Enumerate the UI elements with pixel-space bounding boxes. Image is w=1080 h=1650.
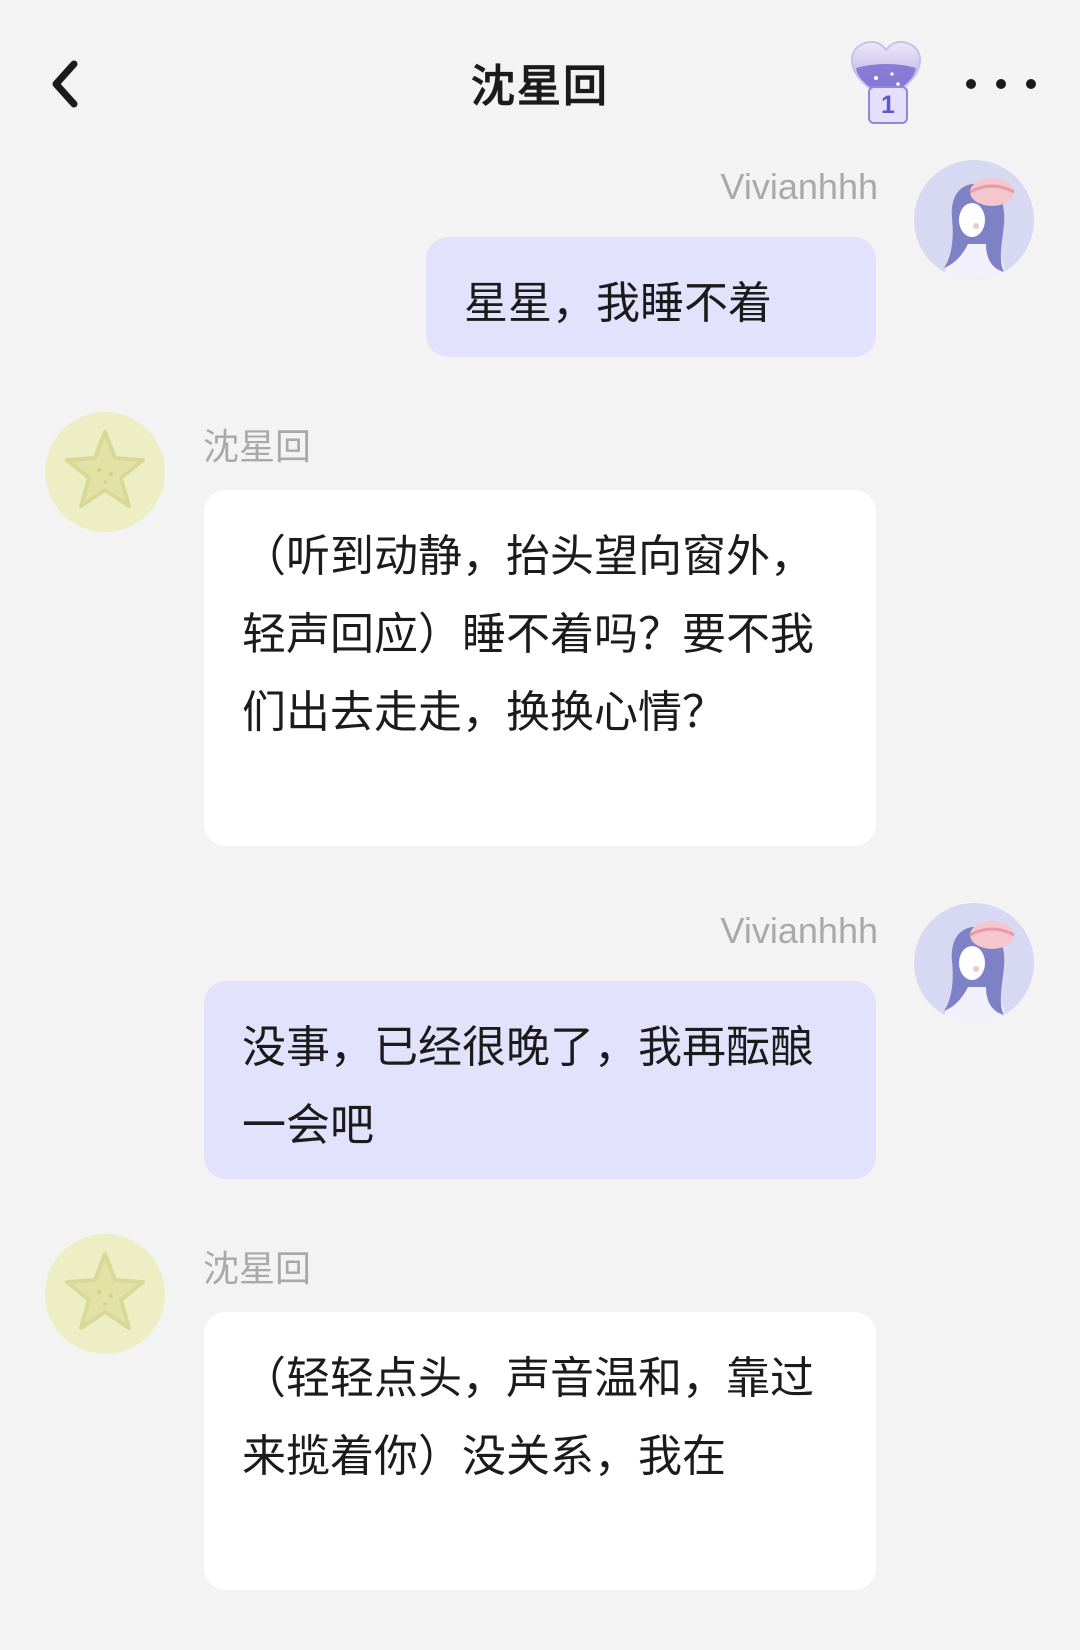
- more-dots-icon: [966, 79, 976, 89]
- badge-count: 1: [868, 86, 908, 124]
- girl-avatar-icon: [914, 903, 1034, 1023]
- sender-name: Vivianhhh: [720, 166, 878, 207]
- star-avatar-icon: [45, 1234, 165, 1354]
- sender-name: 沈星回: [203, 1248, 312, 1289]
- bot-avatar[interactable]: [45, 1234, 165, 1354]
- sender-name: Vivianhhh: [720, 910, 878, 951]
- sender-name: 沈星回: [203, 426, 312, 467]
- star-avatar-icon: [45, 412, 165, 532]
- more-options-button[interactable]: [966, 62, 1036, 106]
- user-avatar[interactable]: [914, 160, 1034, 280]
- user-avatar[interactable]: [914, 903, 1034, 1023]
- message-bubble-bot[interactable]: （听到动静，抬头望向窗外，轻声回应）睡不着吗？要不我们出去走走，换换心情？: [204, 490, 876, 846]
- girl-avatar-icon: [914, 160, 1034, 280]
- bot-avatar[interactable]: [45, 412, 165, 532]
- message-bubble-user[interactable]: 星星，我睡不着: [426, 237, 876, 357]
- chat-header: 沈星回 1: [0, 0, 1080, 160]
- message-bubble-user[interactable]: 没事，已经很晚了，我再酝酿一会吧: [204, 981, 876, 1179]
- message-bubble-bot[interactable]: （轻轻点头，声音温和，靠过来揽着你）没关系，我在: [204, 1312, 876, 1590]
- affection-badge-button[interactable]: 1: [846, 38, 926, 128]
